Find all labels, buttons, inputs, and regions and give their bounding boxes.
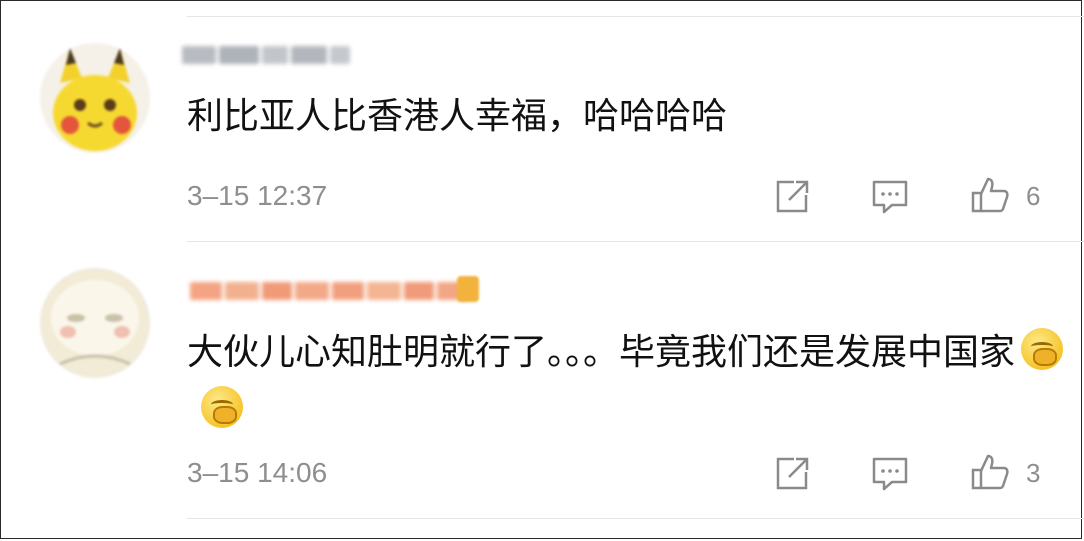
comment-icon[interactable] — [870, 454, 910, 494]
like-count: 6 — [1026, 181, 1041, 211]
user-badge-icon — [457, 276, 479, 302]
comment-text-body: 大伙儿心知肚明就行了。。。毕竟我们还是发展中国家 — [187, 332, 1016, 373]
thumbs-up-icon[interactable] — [970, 452, 1010, 492]
username-blurred[interactable] — [190, 276, 472, 306]
avatar[interactable] — [40, 43, 150, 153]
divider — [187, 16, 1084, 17]
divider — [187, 241, 1084, 242]
comment-text: 大伙儿心知肚明就行了。。。毕竟我们还是发展中国家 — [187, 324, 1067, 440]
comment-time: 3–15 14:06 — [187, 457, 328, 488]
thumbs-up-icon[interactable] — [970, 175, 1010, 215]
giggle-emoji-icon — [1021, 328, 1064, 370]
divider — [187, 518, 1084, 519]
cartoon-face-avatar-icon — [43, 271, 147, 375]
username-blurred[interactable] — [182, 40, 353, 70]
pikachu-avatar-icon — [53, 48, 137, 151]
giggle-emoji-icon — [201, 386, 243, 428]
avatar[interactable] — [40, 268, 150, 378]
like-count: 3 — [1026, 458, 1041, 488]
comment-text: 利比亚人比香港人幸福，哈哈哈哈 — [187, 96, 728, 137]
comment-time: 3–15 12:37 — [187, 180, 328, 211]
share-icon[interactable] — [772, 177, 812, 217]
comment-icon[interactable] — [870, 177, 910, 217]
share-icon[interactable] — [772, 454, 812, 494]
screenshot-frame — [0, 0, 1082, 539]
